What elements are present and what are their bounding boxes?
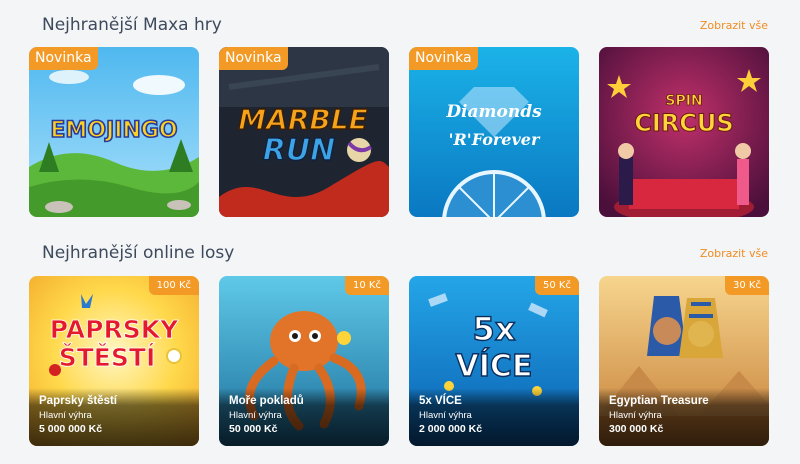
diamonds-logo-line1: Diamonds bbox=[445, 102, 542, 122]
paprsky-logo-line1: PAPRSKY bbox=[50, 315, 179, 344]
ticket-name: Egyptian Treasure bbox=[609, 395, 709, 407]
new-badge: Novinka bbox=[29, 47, 98, 70]
prize-label: Hlavní výhra bbox=[419, 410, 472, 421]
spin-circus-logo-line2: CIRCUS bbox=[634, 109, 733, 137]
marble-run-logo-line2: RUN bbox=[263, 133, 336, 168]
price-tag: 30 Kč bbox=[725, 276, 769, 295]
ticket-info: Egyptian Treasure Hlavní výhra 300 000 K… bbox=[599, 388, 769, 446]
paprsky-logo-line2: ŠTĚSTÍ bbox=[59, 342, 156, 372]
prize-amount: 50 000 Kč bbox=[229, 423, 278, 435]
ticket-info: Moře pokladů Hlavní výhra 50 000 Kč bbox=[219, 388, 389, 446]
games-show-all-link[interactable]: Zobrazit vše bbox=[700, 19, 768, 32]
prize-amount: 300 000 Kč bbox=[609, 423, 664, 435]
tickets-show-all-link[interactable]: Zobrazit vše bbox=[700, 247, 768, 260]
prize-label: Hlavní výhra bbox=[39, 410, 92, 421]
ticket-name: Moře pokladů bbox=[229, 395, 304, 407]
ticket-name: Paprsky štěstí bbox=[39, 395, 117, 407]
spin-circus-artwork: SPIN CIRCUS bbox=[599, 47, 769, 217]
tickets-section-title: Nejhranější online losy bbox=[42, 243, 235, 263]
diamonds-forever-artwork: Diamonds 'R'Forever bbox=[409, 47, 579, 217]
spin-circus-logo-line1: SPIN bbox=[665, 93, 702, 109]
game-tile-marble-run[interactable]: MARBLE RUN Novinka bbox=[219, 47, 389, 217]
emojingo-artwork: EMOJINGO bbox=[29, 47, 199, 217]
prize-label: Hlavní výhra bbox=[609, 410, 662, 421]
price-tag: 10 Kč bbox=[345, 276, 389, 295]
games-section-header: Nejhranější Maxa hry Zobrazit vše bbox=[42, 15, 768, 35]
ticket-name: 5x VÍCE bbox=[419, 395, 462, 407]
ticket-tile-5x-vice[interactable]: 5x VÍCE 50 Kč 5x VÍCE Hlavní výhra 2 000… bbox=[409, 276, 579, 446]
prize-label: Hlavní výhra bbox=[229, 410, 282, 421]
5x-vice-logo-line2: VÍCE bbox=[456, 348, 533, 384]
game-tile-diamonds-forever[interactable]: Diamonds 'R'Forever Novinka bbox=[409, 47, 579, 217]
ticket-tile-paprsky-stesti[interactable]: PAPRSKY ŠTĚSTÍ 100 Kč Paprsky štěstí Hla… bbox=[29, 276, 199, 446]
ticket-info: Paprsky štěstí Hlavní výhra 5 000 000 Kč bbox=[29, 388, 199, 446]
price-tag: 100 Kč bbox=[148, 276, 199, 295]
5x-vice-logo-line1: 5x bbox=[473, 310, 516, 348]
marble-run-logo-line1: MARBLE bbox=[238, 103, 367, 136]
new-badge: Novinka bbox=[409, 47, 478, 70]
emojingo-logo-text: EMOJINGO bbox=[50, 118, 177, 143]
tickets-section-header: Nejhranější online losy Zobrazit vše bbox=[42, 243, 768, 263]
diamonds-logo-line2: 'R'Forever bbox=[449, 130, 541, 149]
game-tile-emojingo[interactable]: EMOJINGO Novinka bbox=[29, 47, 199, 217]
marble-run-artwork: MARBLE RUN bbox=[219, 47, 389, 217]
new-badge: Novinka bbox=[219, 47, 288, 70]
game-tile-spin-circus[interactable]: SPIN CIRCUS bbox=[599, 47, 769, 217]
games-row: EMOJINGO Novinka MARBLE RUN Novinka Diam… bbox=[29, 47, 769, 217]
ticket-tile-egyptian-treasure[interactable]: 30 Kč Egyptian Treasure Hlavní výhra 300… bbox=[599, 276, 769, 446]
prize-amount: 2 000 000 Kč bbox=[419, 423, 483, 435]
prize-amount: 5 000 000 Kč bbox=[39, 423, 103, 435]
price-tag: 50 Kč bbox=[535, 276, 579, 295]
ticket-info: 5x VÍCE Hlavní výhra 2 000 000 Kč bbox=[409, 388, 579, 446]
games-section-title: Nejhranější Maxa hry bbox=[42, 15, 222, 35]
tickets-row: PAPRSKY ŠTĚSTÍ 100 Kč Paprsky štěstí Hla… bbox=[29, 276, 769, 446]
ticket-tile-more-pokladu[interactable]: 10 Kč Moře pokladů Hlavní výhra 50 000 K… bbox=[219, 276, 389, 446]
